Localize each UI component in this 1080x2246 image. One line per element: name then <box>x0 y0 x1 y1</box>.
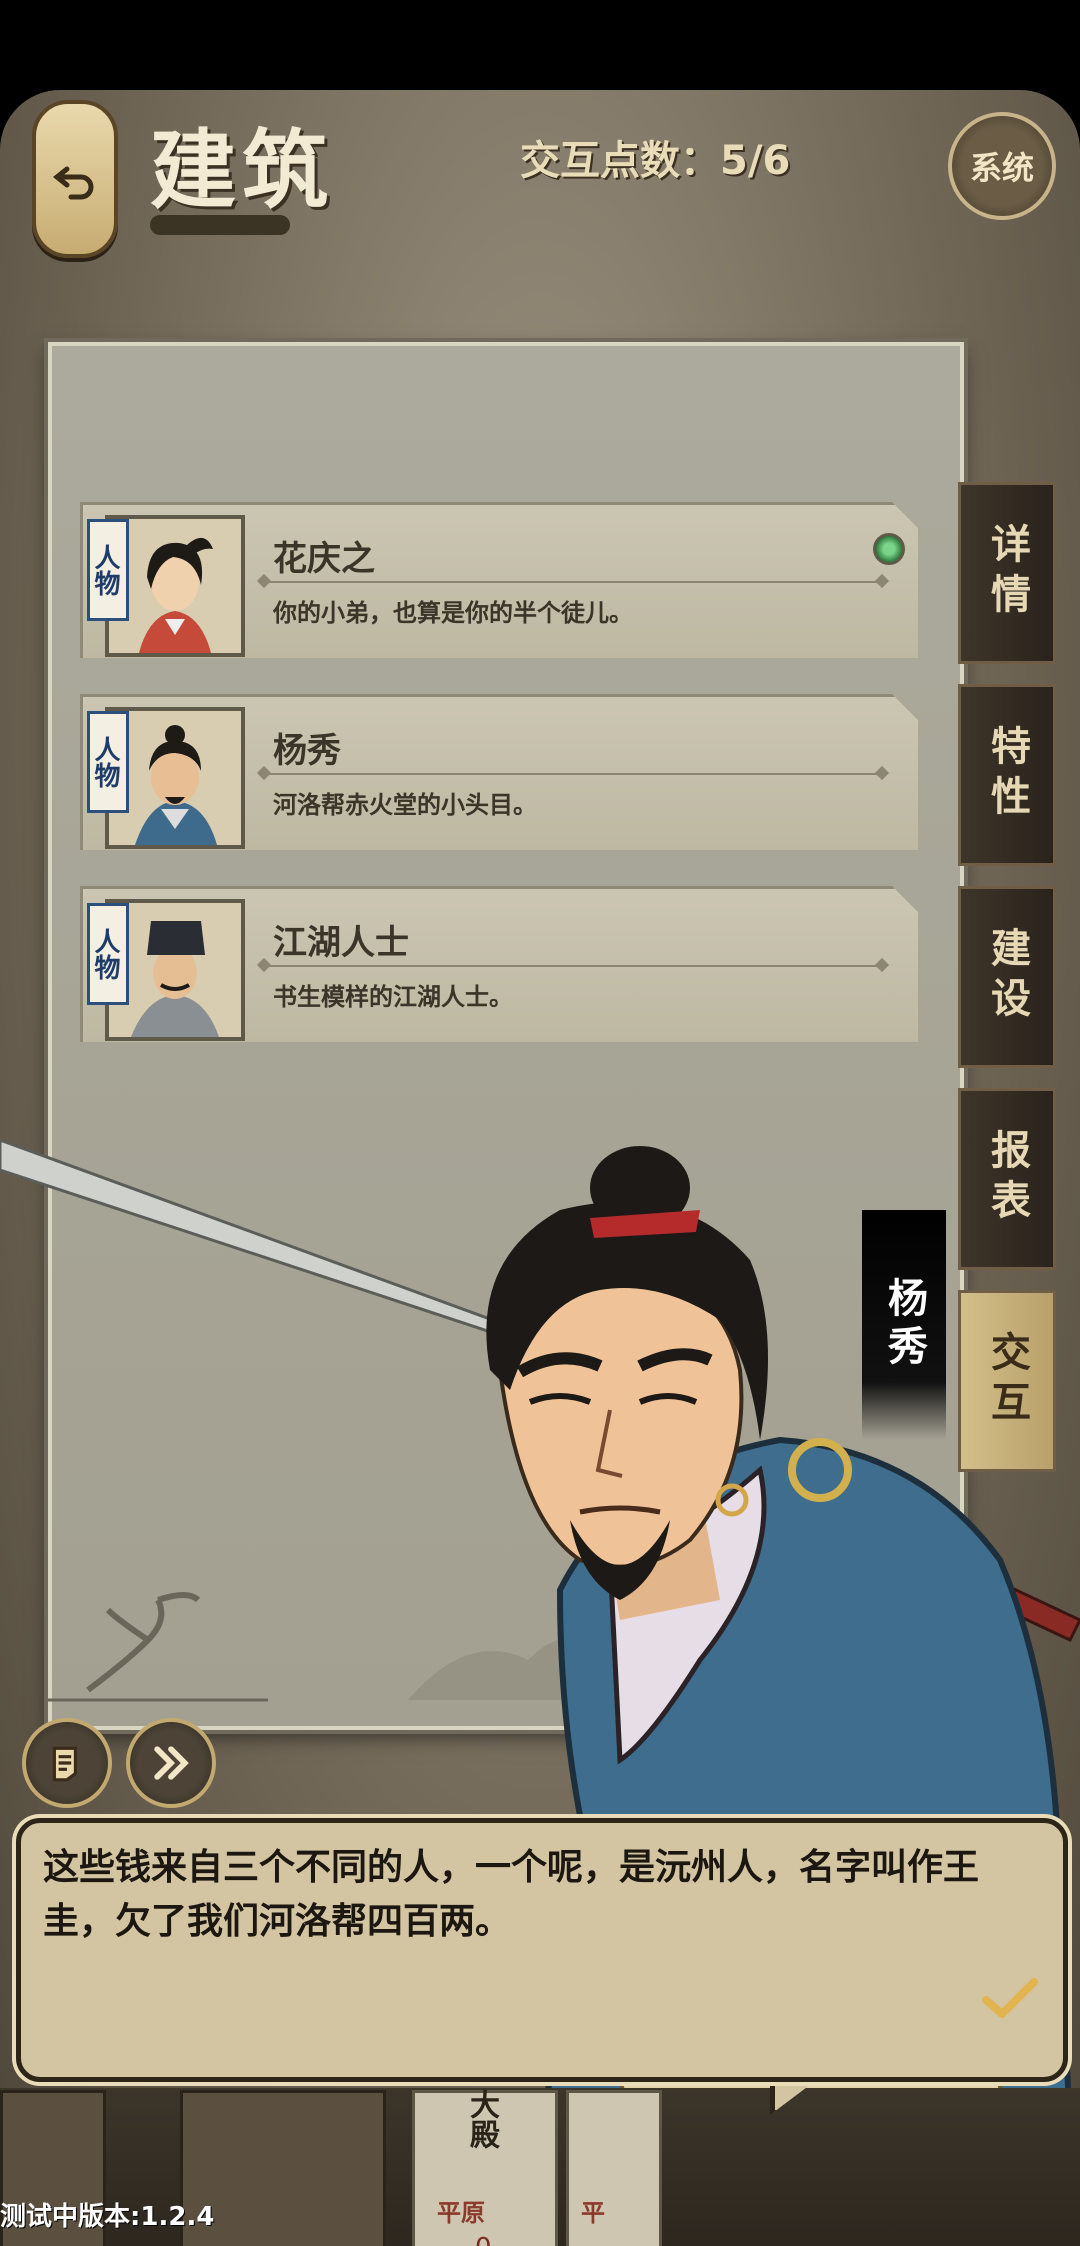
system-button[interactable]: 系统 <box>948 112 1056 220</box>
character-name: 花庆之 <box>273 539 375 579</box>
interaction-points: 交互点数：5/6 <box>520 138 791 184</box>
title-underline <box>150 215 290 235</box>
character-desc: 书生模样的江湖人士。 <box>273 983 513 1011</box>
log-button[interactable] <box>22 1718 112 1808</box>
status-indicator-icon <box>873 533 905 565</box>
check-icon[interactable] <box>980 1974 1040 2024</box>
divider <box>263 773 883 775</box>
building-terrain: 平原 <box>437 2199 485 2227</box>
person-tag: 人物 <box>87 711 129 813</box>
character-card-3[interactable]: 人物 江湖人士 书生模样的江湖人士。 <box>80 886 918 1042</box>
character-desc: 河洛帮赤火堂的小头目。 <box>273 791 537 819</box>
character-card-2[interactable]: 人物 杨秀 河洛帮赤火堂的小头目。 <box>80 694 918 850</box>
fast-forward-icon <box>154 1746 189 1780</box>
fast-forward-button[interactable] <box>126 1718 216 1808</box>
back-button[interactable] <box>32 100 118 258</box>
person-tag: 人物 <box>87 903 129 1005</box>
page-title: 建筑 <box>150 120 334 221</box>
character-desc: 你的小弟，也算是你的半个徒儿。 <box>273 599 633 627</box>
log-icon <box>52 1746 77 1782</box>
building-card-3[interactable]: 大殿 平原 0 ● 2 <box>412 2089 558 2246</box>
back-arrow-icon <box>52 166 94 200</box>
character-card-1[interactable]: 人物 花庆之 你的小弟，也算是你的半个徒儿。 <box>80 502 918 658</box>
game-screen: 建筑 交互点数：5/6 系统 人物 花庆之 你的小弟，也算是你的半个徒儿。 人物… <box>0 90 1080 2246</box>
character-name: 杨秀 <box>273 731 341 771</box>
tab-traits[interactable]: 特性 <box>958 684 1056 866</box>
person-tag: 人物 <box>87 519 129 621</box>
building-title: 大殿 <box>464 2089 499 2149</box>
divider <box>263 581 883 583</box>
dialogue-text: 这些钱来自三个不同的人，一个呢，是沅州人，名字叫作王圭，欠了我们河洛帮四百两。 <box>43 1847 980 1942</box>
version-label: 测试中版本:1.2.4 <box>0 2202 215 2232</box>
building-card-4[interactable]: 平 <box>566 2090 662 2246</box>
building-count: 0 <box>475 2233 492 2246</box>
speaker-name-ribbon: 杨秀 <box>862 1210 946 1440</box>
divider <box>263 965 883 967</box>
dialogue-box[interactable]: 这些钱来自三个不同的人，一个呢，是沅州人，名字叫作王圭，欠了我们河洛帮四百两。 <box>16 1818 1068 2082</box>
tab-details[interactable]: 详情 <box>958 482 1056 664</box>
building-terrain: 平 <box>581 2199 605 2227</box>
character-name: 江湖人士 <box>273 923 409 963</box>
tab-build[interactable]: 建设 <box>958 886 1056 1068</box>
